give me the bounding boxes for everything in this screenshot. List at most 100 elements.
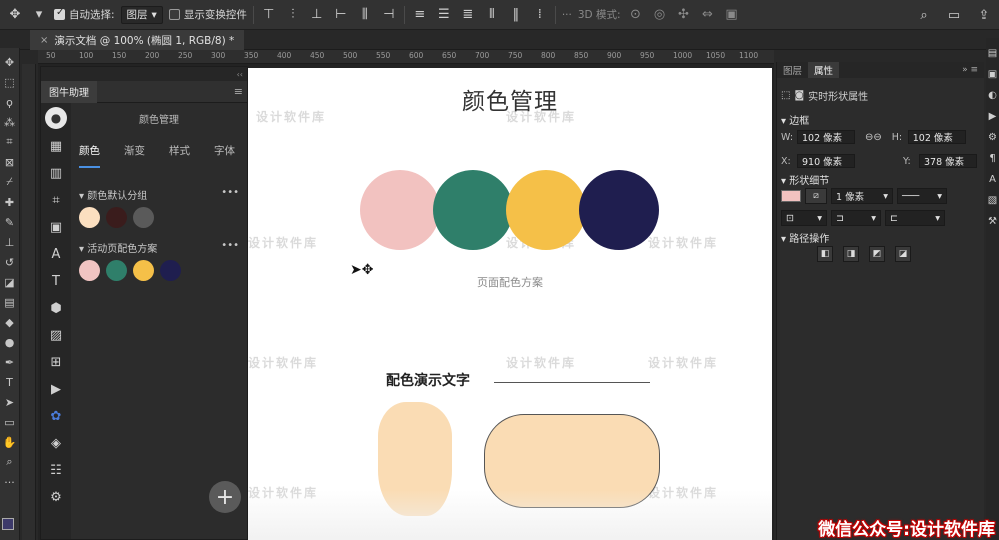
history-brush-icon[interactable]: ↺	[2, 254, 18, 270]
palette-circle-3[interactable]	[506, 170, 586, 250]
checkbox-checked-icon[interactable]	[54, 7, 65, 20]
move-tool-icon[interactable]: ✥	[6, 6, 24, 24]
frame-tool-icon[interactable]: ⊠	[2, 154, 18, 170]
path-ops-section[interactable]: ▾ 路径操作	[781, 230, 829, 245]
align-left-icon[interactable]: ⊢	[332, 6, 350, 24]
panel-icon[interactable]: ◐	[988, 90, 997, 101]
distribute-vcenter-icon[interactable]: ☰	[435, 6, 453, 24]
eraser-tool-icon[interactable]: ◪	[2, 274, 18, 290]
roll-3d-icon[interactable]: ◎	[651, 6, 669, 24]
magic-wand-icon[interactable]: ⁂	[2, 114, 18, 130]
palette-icon[interactable]: ✿	[46, 406, 66, 426]
video-icon[interactable]: ▶	[46, 379, 66, 399]
stroke-width-dropdown[interactable]: 1 像素 ▾	[831, 188, 893, 204]
crop-icon[interactable]: ⌗	[46, 190, 66, 210]
blur-tool-icon[interactable]: ◆	[2, 314, 18, 330]
distribute-hcenter-icon[interactable]: ‖	[507, 6, 525, 24]
brush-tool-icon[interactable]: ✎	[2, 214, 18, 230]
panel-grip[interactable]: ‹‹	[41, 67, 247, 81]
auto-select-checkbox[interactable]: 自动选择:	[54, 7, 115, 22]
tab-gradient[interactable]: 渐变	[124, 143, 145, 168]
slide-3d-icon[interactable]: ⇔	[699, 6, 717, 24]
orbit-3d-icon[interactable]: ⊙	[627, 6, 645, 24]
image-icon[interactable]: ▨	[46, 325, 66, 345]
share-icon[interactable]: ⇪	[975, 6, 993, 24]
swatch[interactable]	[160, 260, 181, 281]
panel-icon[interactable]: ▧	[988, 195, 997, 206]
more-options[interactable]: ···	[562, 9, 572, 21]
pan-3d-icon[interactable]: ✣	[675, 6, 693, 24]
list-icon[interactable]: ☷	[46, 460, 66, 480]
distribute-left-icon[interactable]: ⦀	[483, 6, 501, 24]
panel-icon[interactable]: ⚙	[988, 132, 997, 143]
shape-tool-icon[interactable]: ▭	[2, 414, 18, 430]
align-bottom-icon[interactable]: ⊥	[308, 6, 326, 24]
shape-details-section[interactable]: ▾ 形状细节	[781, 172, 829, 187]
palette-circle-2[interactable]	[433, 170, 513, 250]
panel-icon[interactable]: A	[989, 174, 996, 185]
align-hcenter-icon[interactable]: ⫼	[356, 6, 374, 24]
panel-icon[interactable]: ▶	[989, 111, 997, 122]
exclude-shape-icon[interactable]: ◪	[895, 246, 911, 262]
grid-icon[interactable]: ▦	[46, 136, 66, 156]
lasso-tool-icon[interactable]: ϙ	[2, 94, 18, 110]
search-icon[interactable]: ⌕	[915, 6, 933, 24]
stroke-corners-dropdown[interactable]: ⊏ ▾	[885, 210, 945, 226]
palette-circle-1[interactable]	[360, 170, 440, 250]
align-vcenter-icon[interactable]: ⫶	[284, 6, 302, 24]
add-layer-icon[interactable]: ⊞	[46, 352, 66, 372]
marquee-tool-icon[interactable]: ⬚	[2, 74, 18, 90]
stamp-tool-icon[interactable]: ⊥	[2, 234, 18, 250]
add-button[interactable]: +	[209, 481, 241, 513]
stroke-align-dropdown[interactable]: ⊡ ▾	[781, 210, 827, 226]
group-header-default[interactable]: ▾ 颜色默认分组 •••	[79, 187, 239, 202]
more-icon[interactable]: •••	[221, 187, 239, 202]
show-transform-checkbox[interactable]: 显示变换控件	[168, 7, 247, 22]
stroke-color-icon[interactable]: ⧄	[805, 188, 827, 204]
workspace-icon[interactable]: ▭	[945, 6, 963, 24]
y-field[interactable]: 378 像素	[919, 154, 977, 168]
swatch[interactable]	[106, 260, 127, 281]
user-avatar-icon[interactable]: ●	[45, 107, 67, 129]
x-field[interactable]: 910 像素	[797, 154, 855, 168]
align-top-icon[interactable]: ⊤	[260, 6, 278, 24]
palette-circle-4[interactable]	[579, 170, 659, 250]
auto-select-target-dropdown[interactable]: 图层 ▾	[120, 5, 163, 24]
width-field[interactable]: 102 像素	[797, 130, 855, 144]
dodge-tool-icon[interactable]: ●	[2, 334, 18, 350]
close-icon[interactable]: ×	[40, 35, 48, 46]
gradient-tool-icon[interactable]: ▤	[2, 294, 18, 310]
fill-swatch[interactable]	[781, 190, 801, 202]
distribute-top-icon[interactable]: ≡	[411, 6, 429, 24]
move-tool-icon[interactable]: ✥	[2, 54, 18, 70]
panel-icon[interactable]: ▣	[988, 69, 997, 80]
document-canvas[interactable]: 设计软件库 设计软件库 设计软件库 设计软件库 设计软件库 设计软件库 设计软件…	[248, 68, 772, 540]
tab-properties[interactable]: 属性	[808, 62, 840, 78]
stroke-caps-dropdown[interactable]: ⊐ ▾	[831, 210, 881, 226]
link-icon[interactable]: ⊖⊖	[865, 132, 882, 143]
layers-icon[interactable]: ◈	[46, 433, 66, 453]
swatch[interactable]	[106, 207, 127, 228]
swatch[interactable]	[79, 260, 100, 281]
tab-layers[interactable]: 图层	[777, 62, 808, 78]
crop-tool-icon[interactable]: ⌗	[2, 134, 18, 150]
layout-icon[interactable]: ▥	[46, 163, 66, 183]
cube-icon[interactable]: ⬢	[46, 298, 66, 318]
panel-icon[interactable]: ⚒	[988, 216, 997, 227]
font-search-icon[interactable]: A	[46, 244, 66, 264]
combine-shapes-icon[interactable]: ◧	[817, 246, 833, 262]
hand-tool-icon[interactable]: ✋	[2, 434, 18, 450]
foreground-color-swatch[interactable]	[2, 518, 14, 530]
tab-color[interactable]: 颜色	[79, 143, 100, 168]
height-field[interactable]: 102 像素	[907, 130, 966, 144]
group-header-activity[interactable]: ▾ 活动页配色方案 •••	[79, 240, 239, 255]
camera-3d-icon[interactable]: ▣	[723, 6, 741, 24]
chevron-down-icon[interactable]: ▾	[30, 6, 48, 24]
align-right-icon[interactable]: ⊣	[380, 6, 398, 24]
eyedropper-icon[interactable]: ⌿	[2, 174, 18, 190]
frame-icon[interactable]: ▣	[46, 217, 66, 237]
settings-icon[interactable]: ⚙	[46, 487, 66, 507]
subtract-shape-icon[interactable]: ◨	[843, 246, 859, 262]
collapse-icon[interactable]: » ≡	[962, 65, 984, 75]
swatch[interactable]	[133, 207, 154, 228]
